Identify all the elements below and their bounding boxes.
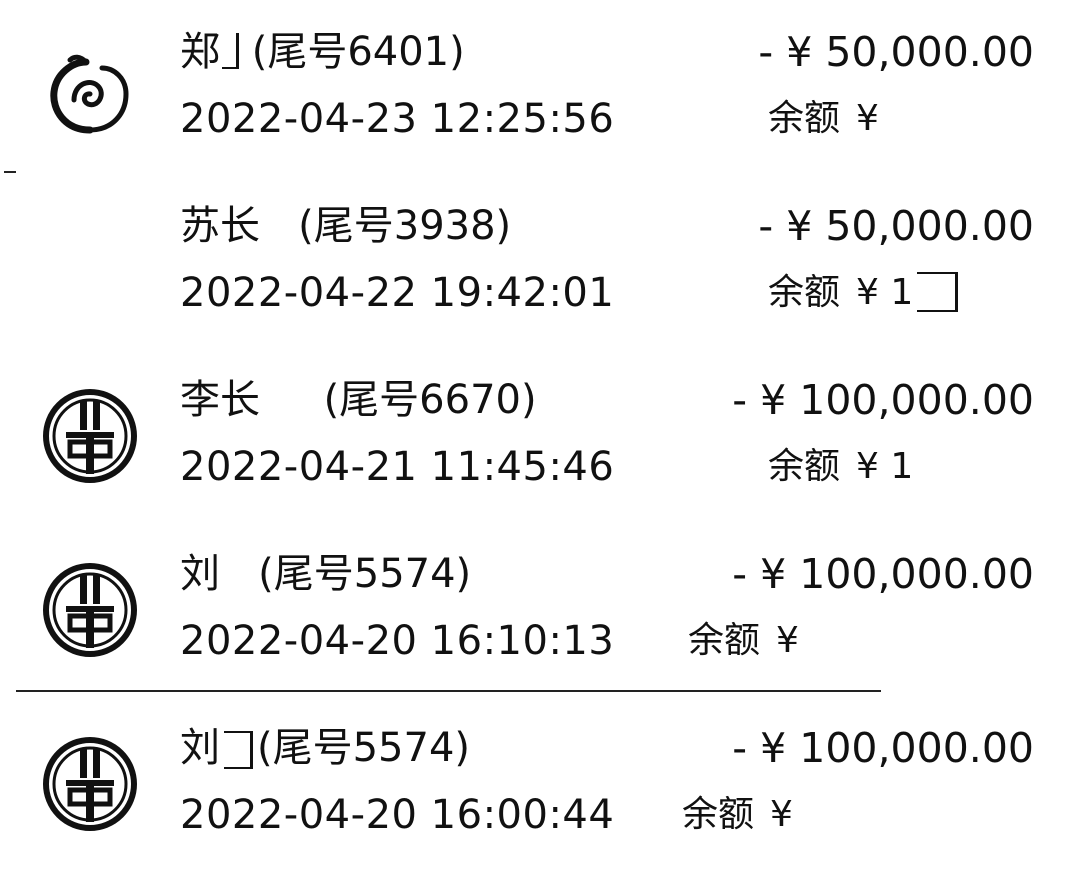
transaction-amount: - ¥ 100,000.00 — [732, 724, 1034, 772]
abc-bank-logo-icon — [40, 386, 140, 486]
transaction-amount: - ¥ 100,000.00 — [732, 376, 1034, 424]
counterparty-name: 刘 (尾号5574) — [180, 551, 472, 597]
transaction-time: 2022-04-23 12:25:56 — [180, 96, 615, 142]
balance: 余额 ¥ 1 — [768, 267, 959, 319]
transaction-time: 2022-04-21 11:45:46 — [180, 444, 615, 490]
transaction-time: 2022-04-20 16:10:13 — [180, 618, 615, 664]
abc-bank-logo-icon — [40, 560, 140, 660]
transaction-amount: - ¥ 50,000.00 — [758, 28, 1034, 76]
counterparty-name: 刘 (尾号5574) — [180, 725, 471, 771]
transaction-time: 2022-04-20 16:00:44 — [180, 792, 615, 838]
transaction-time: 2022-04-22 19:42:01 — [180, 270, 615, 316]
transaction-row[interactable]: 刘 (尾号5574) - ¥ 100,000.00 2022-04-20 16:0… — [0, 696, 1080, 870]
redaction-mark — [222, 33, 239, 69]
swirl-logo-icon — [40, 38, 140, 138]
transaction-amount: - ¥ 100,000.00 — [732, 550, 1034, 598]
transaction-list: 郑 (尾号6401) - ¥ 50,000.00 2022-04-23 12:2… — [0, 0, 1080, 861]
balance: 余额 ¥ 1 — [768, 446, 914, 487]
abc-bank-logo-icon — [40, 734, 140, 834]
balance: 余额 ¥ — [688, 620, 799, 661]
transaction-row[interactable]: 郑 (尾号6401) - ¥ 50,000.00 2022-04-23 12:2… — [0, 0, 1080, 174]
balance: 余额 ¥ — [768, 98, 879, 139]
counterparty-name: 苏长 (尾号3938) — [180, 203, 512, 249]
redaction-mark — [917, 272, 959, 312]
section-divider — [16, 690, 881, 692]
transaction-row[interactable]: 苏长 (尾号3938) - ¥ 50,000.00 2022-04-22 19:… — [0, 174, 1080, 348]
transaction-row[interactable]: 李长 (尾号6670) - ¥ 100,000.00 2022-04-21 11… — [0, 348, 1080, 522]
transaction-amount: - ¥ 50,000.00 — [758, 202, 1034, 250]
transaction-row[interactable]: 刘 (尾号5574) - ¥ 100,000.00 2022-04-20 16:… — [0, 522, 1080, 696]
redaction-mark — [224, 731, 253, 769]
balance: 余额 ¥ — [682, 794, 793, 835]
counterparty-name: 李长 (尾号6670) — [180, 377, 537, 423]
counterparty-name: 郑 (尾号6401) — [180, 29, 465, 75]
